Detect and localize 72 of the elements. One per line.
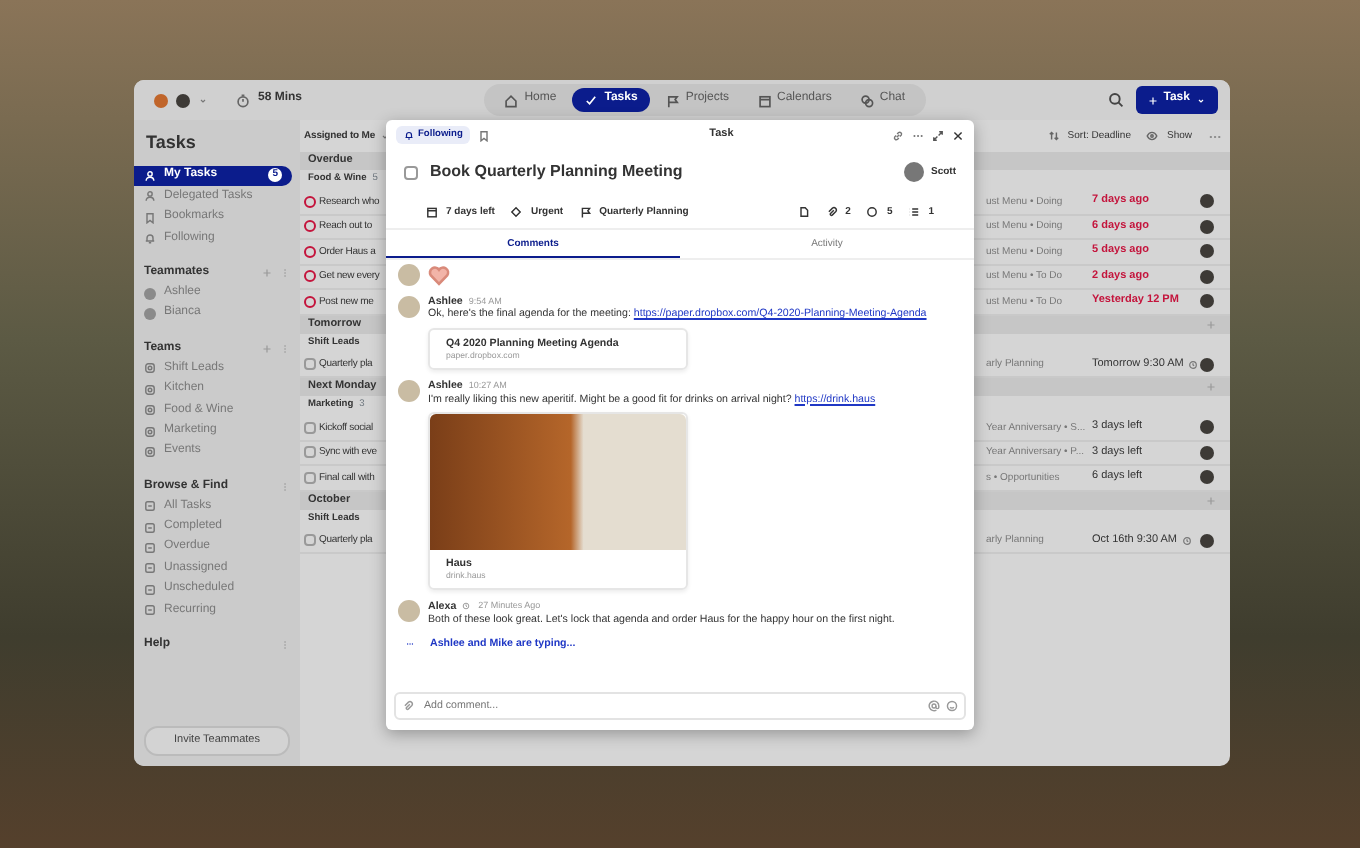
check-icon bbox=[584, 93, 599, 107]
task-checkbox[interactable] bbox=[304, 471, 316, 484]
avatar-icon bbox=[398, 600, 420, 623]
timer-icon bbox=[236, 93, 250, 107]
flag-icon bbox=[665, 93, 680, 107]
avatar-icon bbox=[398, 380, 420, 403]
search-icon[interactable] bbox=[1107, 92, 1124, 108]
filter-icon bbox=[144, 542, 156, 555]
expand-icon[interactable] bbox=[932, 129, 944, 141]
avatar-icon bbox=[398, 296, 420, 318]
mention-icon[interactable] bbox=[928, 700, 940, 712]
emoji-icon[interactable] bbox=[946, 700, 958, 712]
plus-icon[interactable] bbox=[1206, 382, 1216, 392]
avatar-icon bbox=[1200, 357, 1214, 372]
filter-icon bbox=[144, 604, 156, 617]
chat-icon bbox=[859, 93, 874, 107]
task-checkbox[interactable] bbox=[304, 358, 316, 371]
sort-icon[interactable] bbox=[1047, 130, 1060, 142]
clock-icon bbox=[462, 602, 471, 611]
plus-icon[interactable] bbox=[262, 267, 272, 278]
team-icon bbox=[144, 404, 156, 417]
task-checkbox[interactable] bbox=[304, 245, 316, 258]
link-icon[interactable] bbox=[892, 129, 904, 141]
comment-icon bbox=[866, 205, 879, 217]
task-checkbox[interactable] bbox=[304, 220, 316, 233]
calendar-icon bbox=[757, 93, 771, 107]
bookmark-icon bbox=[144, 211, 156, 224]
home-icon bbox=[504, 93, 519, 107]
flag-icon bbox=[579, 205, 592, 217]
filter-icon bbox=[144, 521, 156, 534]
diamond-icon bbox=[510, 205, 523, 217]
plus-icon[interactable] bbox=[262, 343, 272, 354]
eye-icon[interactable] bbox=[1146, 130, 1159, 142]
bell-icon bbox=[404, 130, 414, 140]
task-checkbox[interactable] bbox=[304, 195, 316, 208]
team-icon bbox=[144, 445, 156, 458]
paperclip-icon bbox=[825, 205, 838, 217]
avatar-icon bbox=[398, 264, 420, 286]
team-icon bbox=[144, 425, 156, 437]
task-checkbox[interactable] bbox=[304, 295, 316, 308]
task-checkbox[interactable] bbox=[304, 421, 316, 434]
avatar-icon[interactable] bbox=[903, 162, 923, 182]
filter-icon bbox=[144, 500, 156, 513]
close-icon[interactable] bbox=[952, 129, 964, 141]
task-name: Book Quarterly Planning Meeting bbox=[430, 162, 683, 182]
filter-icon bbox=[144, 562, 156, 575]
caret-icon[interactable] bbox=[198, 95, 208, 105]
task-checkbox[interactable] bbox=[304, 270, 316, 283]
bookmark-icon[interactable] bbox=[478, 129, 491, 141]
paperclip-icon[interactable] bbox=[402, 700, 414, 712]
plus-icon bbox=[1147, 95, 1158, 105]
typing-icon bbox=[402, 639, 418, 648]
plus-icon[interactable] bbox=[1206, 495, 1216, 505]
more-icon[interactable] bbox=[912, 129, 924, 141]
bell-icon bbox=[144, 232, 156, 245]
heart-icon bbox=[428, 264, 450, 286]
person-icon bbox=[144, 169, 156, 182]
task-checkbox[interactable] bbox=[404, 165, 418, 179]
caret-icon[interactable] bbox=[379, 131, 390, 141]
team-icon bbox=[144, 362, 156, 375]
calendar-icon bbox=[426, 205, 438, 217]
avatar-icon bbox=[1200, 533, 1214, 548]
plus-icon[interactable] bbox=[1206, 319, 1216, 329]
filter-icon bbox=[144, 583, 156, 596]
person-icon bbox=[144, 190, 156, 203]
list-icon bbox=[908, 205, 921, 217]
task-checkbox[interactable] bbox=[304, 534, 316, 547]
file-icon[interactable] bbox=[797, 205, 810, 217]
team-icon bbox=[144, 383, 156, 396]
caret-icon bbox=[1195, 95, 1206, 105]
sidebar-title: Tasks bbox=[144, 132, 198, 156]
task-checkbox[interactable] bbox=[304, 446, 316, 459]
